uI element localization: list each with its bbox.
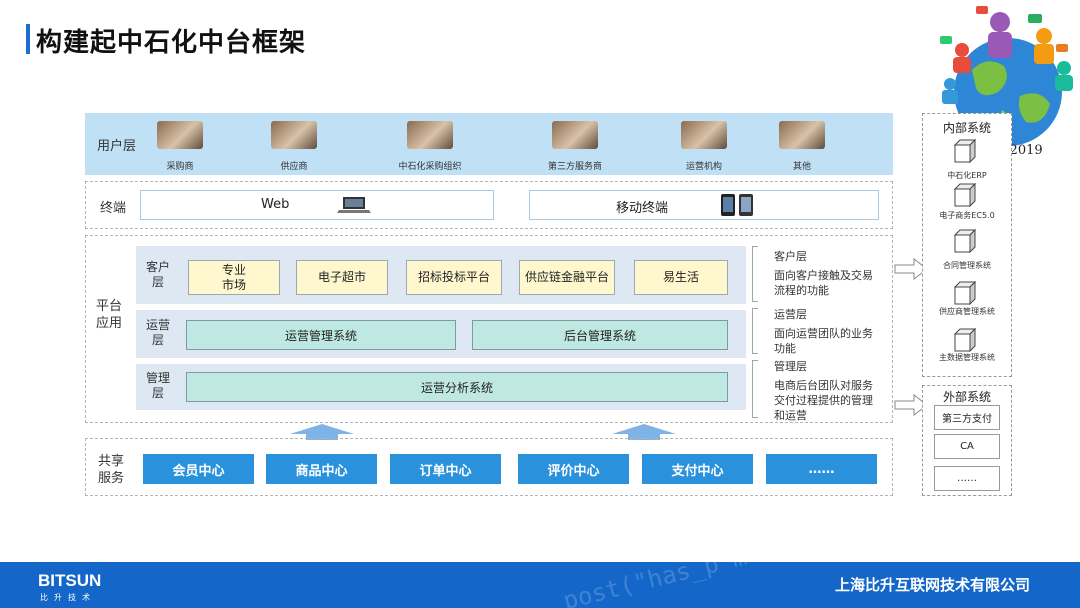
user-item: 运营机构 [649, 121, 759, 172]
management-note-text: 电商后台团队对服务交付过程提供的管理和运营 [774, 379, 873, 422]
terminal-layer: 终端 Web 移动终端 [85, 181, 893, 229]
management-band-label: 管理 层 [145, 371, 170, 400]
user-photo [552, 121, 598, 149]
user-item-label: 采购商 [166, 162, 194, 172]
user-item-label: 第三方服务商 [547, 162, 602, 172]
external-system-box: …… [934, 466, 1000, 491]
server-icon [953, 281, 977, 305]
server-icon [953, 183, 977, 207]
internal-systems-panel: 内部系统 中石化ERP 电子商务EC5.0 合同管理系统 供应商管理系统 主数据… [922, 113, 1012, 377]
operation-note-title: 运营层 [774, 308, 807, 321]
mobile-label: 移动终端 [616, 201, 669, 216]
module-box: 专业 市场 [188, 260, 280, 295]
brand-logo: BITSUN [38, 571, 102, 590]
platform-label: 平台 应用 [96, 299, 123, 331]
module-box: 电子超市 [296, 260, 388, 295]
module-box: 供应链金融平台 [519, 260, 615, 295]
management-bracket [752, 360, 758, 418]
web-label: Web [261, 197, 290, 212]
external-systems-panel: 外部系统 第三方支付 CA …… [922, 385, 1012, 496]
page-title: 构建起中石化中台框架 [36, 28, 307, 58]
customer-band-label: 客户 层 [145, 260, 170, 289]
operation-note-text: 面向运营团队的业务功能 [774, 327, 873, 355]
service-box: …… [766, 454, 877, 484]
user-photo [681, 121, 727, 149]
service-box: 会员中心 [143, 454, 254, 484]
operation-band-label: 运营 层 [145, 318, 170, 347]
management-note-title: 管理层 [774, 360, 807, 373]
user-item: 中石化采购组织 [375, 121, 485, 172]
shared-services-layer: 共享 服务 会员中心 商品中心 订单中心 评价中心 支付中心 …… [85, 438, 893, 496]
platform-layer: 平台 应用 客户 层 专业 市场 电子超市 招标投标平台 供应链金融平台 易生活… [85, 235, 893, 423]
laptop-icon [337, 197, 371, 213]
terminal-label: 终端 [100, 201, 127, 216]
internal-system-label: 供应商管理系统 [939, 307, 995, 316]
customer-note: 客户层 面向客户接触及交易流程的功能 [774, 249, 874, 298]
phone-icon [721, 194, 753, 216]
title-accent-bar [26, 24, 30, 54]
web-terminal: Web [140, 190, 494, 220]
service-box: 商品中心 [266, 454, 377, 484]
server-icon [953, 139, 977, 163]
footer-bar: post("has_p m-6 co BITSUN 比升技术 上海比升互联网技术… [0, 562, 1080, 608]
module-box: 运营分析系统 [186, 372, 728, 402]
internal-system-label: 中石化ERP [947, 171, 987, 180]
module-box: 易生活 [634, 260, 728, 295]
user-photo [271, 121, 317, 149]
internal-systems-title: 内部系统 [942, 121, 991, 135]
internal-system-label: 主数据管理系统 [939, 353, 995, 362]
server-icon [953, 328, 977, 352]
server-icon [953, 229, 977, 253]
external-systems-title: 外部系统 [942, 390, 991, 404]
customer-note-text: 面向客户接触及交易流程的功能 [774, 269, 873, 297]
customer-note-title: 客户层 [774, 250, 807, 263]
internal-system-label: 电子商务EC5.0 [939, 211, 995, 220]
user-layer: 用户层 采购商 供应商 中石化采购组织 第三方服务商 运营机构 其他 [85, 113, 893, 175]
external-system-box: CA [934, 434, 1000, 459]
service-box: 订单中心 [390, 454, 501, 484]
user-item: 第三方服务商 [520, 121, 630, 172]
user-item: 其他 [747, 121, 857, 172]
operation-band: 运营 层 运营管理系统 后台管理系统 [136, 310, 746, 358]
shared-label: 共享 服务 [98, 454, 125, 486]
user-item-label: 供应商 [280, 162, 308, 172]
user-item-label: 运营机构 [685, 162, 722, 172]
user-photo [407, 121, 453, 149]
module-box: 招标投标平台 [406, 260, 502, 295]
customer-bracket [752, 246, 758, 302]
internal-system-label: 合同管理系统 [943, 261, 991, 270]
user-photo [157, 121, 203, 149]
user-item-label: 其他 [792, 162, 811, 172]
module-box: 后台管理系统 [472, 320, 728, 350]
user-photo [779, 121, 825, 149]
operation-bracket [752, 308, 758, 354]
mobile-terminal: 移动终端 [529, 190, 879, 220]
user-item: 供应商 [239, 121, 349, 172]
management-note: 管理层 电商后台团队对服务交付过程提供的管理和运营 [774, 359, 874, 423]
service-box: 评价中心 [518, 454, 629, 484]
service-box: 支付中心 [642, 454, 753, 484]
user-item: 采购商 [125, 121, 235, 172]
company-name: 上海比升互联网技术有限公司 [834, 576, 1030, 594]
module-box: 运营管理系统 [186, 320, 456, 350]
operation-note: 运营层 面向运营团队的业务功能 [774, 307, 874, 356]
external-system-box: 第三方支付 [934, 405, 1000, 430]
brand-subtitle: 比升技术 [40, 593, 96, 602]
management-band: 管理 层 运营分析系统 [136, 364, 746, 410]
customer-band: 客户 层 专业 市场 电子超市 招标投标平台 供应链金融平台 易生活 [136, 246, 746, 304]
user-item-label: 中石化采购组织 [398, 162, 462, 172]
footer-code-watermark: post("has_p m-6 co [560, 562, 820, 608]
